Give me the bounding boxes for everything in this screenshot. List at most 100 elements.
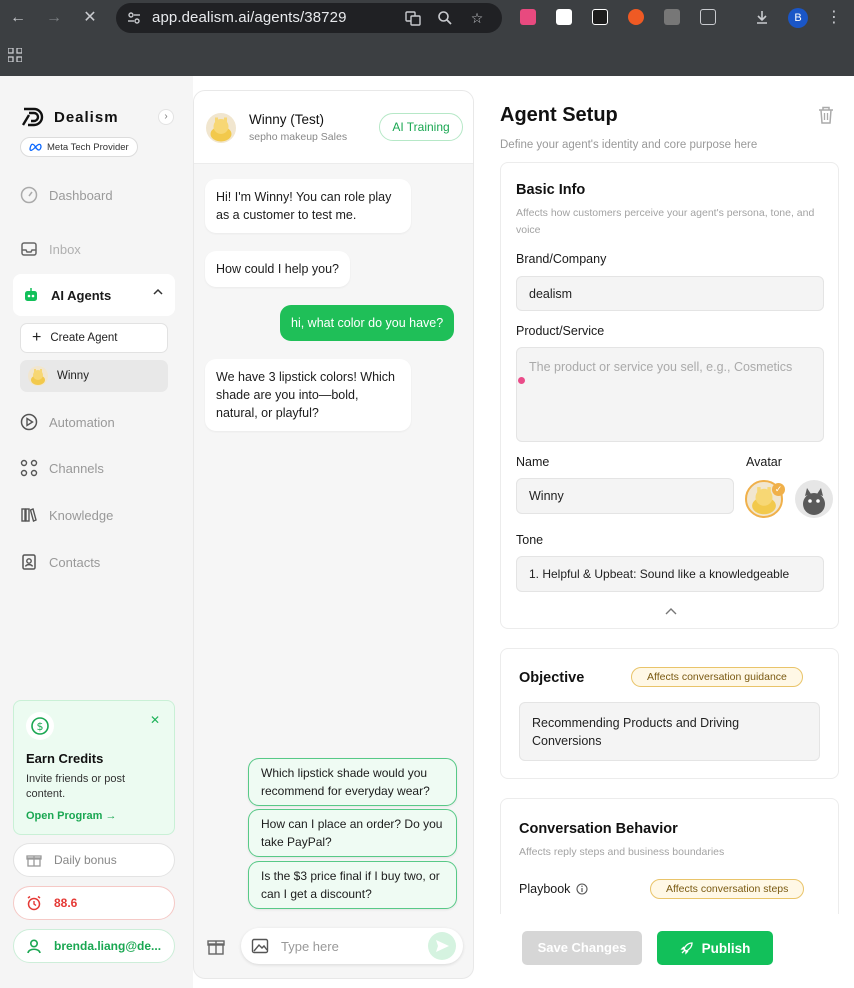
chat-message-bot: We have 3 lipstick colors! Which shade a… (205, 359, 411, 431)
cursor-dot (518, 377, 525, 384)
suggested-question[interactable]: How can I place an order? Do you take Pa… (248, 809, 457, 857)
forward-icon[interactable]: → (44, 8, 64, 28)
suggested-question[interactable]: Is the $3 price final if I buy two, or c… (248, 861, 457, 909)
profile-avatar[interactable]: B (788, 8, 808, 28)
extension-send-icon[interactable] (592, 9, 608, 25)
apps-grid-icon[interactable] (8, 48, 22, 62)
image-upload-icon[interactable] (251, 937, 269, 955)
earn-credits-description: Invite friends or post content. (26, 773, 126, 800)
gift-icon (26, 855, 42, 867)
sidebar-item-label: Automation (49, 414, 115, 430)
daily-bonus-button[interactable]: Daily bonus (13, 843, 175, 877)
credits-score-button[interactable]: 88.6 (13, 886, 175, 920)
agent-setup-panel: Agent Setup Define your agent's identity… (475, 76, 854, 988)
ai-training-button[interactable]: AI Training (379, 113, 463, 141)
test-chat-panel: Winny (Test) sepho makeup Sales AI Train… (193, 90, 474, 979)
chat-message-bot: Hi! I'm Winny! You can role play as a cu… (205, 179, 411, 233)
product-service-textarea[interactable]: The product or service you sell, e.g., C… (516, 347, 824, 442)
trash-icon[interactable] (817, 105, 835, 125)
agent-name-input[interactable]: Winny (516, 478, 734, 514)
sidebar-item-inbox[interactable]: Inbox (20, 239, 81, 259)
basic-info-card: Basic Info Affects how customers perceiv… (500, 162, 839, 629)
publish-button[interactable]: Publish (657, 931, 773, 965)
agent-name-label: Winny (57, 370, 89, 382)
sidebar-item-automation[interactable]: Automation (20, 412, 115, 432)
suggested-question[interactable]: Which lipstick shade would you recommend… (248, 758, 457, 806)
chat-input-bar (241, 928, 463, 964)
check-icon: ✓ (772, 483, 785, 496)
stop-loading-icon[interactable]: ✕ (80, 8, 100, 28)
sidebar-item-label: Channels (49, 460, 104, 476)
brand-logo[interactable]: Dealism (22, 107, 119, 127)
bookmarks-bar (0, 36, 854, 76)
send-button[interactable] (428, 932, 456, 960)
sidebar-item-channels[interactable]: Channels (20, 458, 104, 478)
daily-bonus-label: Daily bonus (54, 853, 117, 867)
close-icon[interactable]: ✕ (150, 713, 160, 727)
user-account-button[interactable]: brenda.liang@de... (13, 929, 175, 963)
zoom-icon[interactable] (436, 9, 454, 27)
bookmark-star-icon[interactable]: ☆ (468, 9, 486, 27)
playbook-label-group: Playbook (519, 882, 588, 896)
browser-menu-icon[interactable]: ⋮ (824, 8, 844, 28)
dashboard-gauge-icon (20, 186, 38, 204)
tone-field-label: Tone (516, 533, 544, 547)
translate-icon[interactable] (404, 9, 422, 27)
brand-name: Dealism (54, 108, 119, 126)
chat-message-bot: How could I help you? (205, 251, 350, 287)
product-field-label: Product/Service (516, 324, 605, 338)
contacts-card-icon (22, 554, 36, 570)
sidebar-agent-winny[interactable]: Winny (20, 360, 168, 392)
address-bar[interactable]: app.dealism.ai/agents/38729 ☆ (116, 3, 502, 33)
extensions-puzzle-icon[interactable] (700, 9, 716, 25)
back-icon[interactable]: ← (8, 8, 28, 28)
publish-label: Publish (701, 940, 751, 956)
basic-info-title: Basic Info (516, 182, 586, 198)
extension-v-icon[interactable] (556, 9, 572, 25)
chat-agent-subtitle: sepho makeup Sales (249, 131, 348, 143)
collapse-sidebar-button[interactable]: › (158, 109, 174, 125)
avatar-field-label: Avatar (746, 455, 782, 469)
meta-tech-provider-badge: Meta Tech Provider (20, 137, 138, 157)
user-email: brenda.liang@de... (54, 939, 162, 953)
save-changes-button[interactable]: Save Changes (522, 931, 642, 965)
extension-t-icon[interactable] (664, 9, 680, 25)
chat-message-input[interactable] (281, 936, 421, 956)
books-icon (21, 508, 37, 522)
avatar-option-cat[interactable] (795, 480, 833, 518)
basic-info-description: Affects how customers perceive your agen… (516, 207, 815, 236)
objective-affects-badge: Affects conversation guidance (631, 667, 803, 687)
chevron-up-icon[interactable] (665, 607, 677, 615)
chevron-up-icon[interactable] (153, 287, 163, 297)
brand-company-input[interactable]: dealism (516, 276, 824, 311)
sidebar-item-dashboard[interactable]: Dashboard (20, 185, 113, 205)
site-settings-icon[interactable] (126, 10, 142, 26)
sidebar-item-contacts[interactable]: Contacts (20, 552, 100, 572)
credits-score-value: 88.6 (54, 896, 78, 910)
earn-credits-title: Earn Credits (26, 751, 104, 766)
extension-plus-icon[interactable] (628, 9, 644, 25)
objective-field[interactable]: Recommending Products and Driving Conver… (519, 702, 820, 761)
name-field-label: Name (516, 455, 550, 469)
sidebar-item-label: Knowledge (49, 507, 114, 523)
sidebar-item-label: AI Agents (51, 287, 112, 303)
info-icon[interactable] (576, 883, 588, 895)
download-icon[interactable] (754, 9, 770, 25)
sidebar-item-knowledge[interactable]: Knowledge (20, 505, 113, 525)
url-text[interactable]: app.dealism.ai/agents/38729 (152, 9, 347, 26)
extension-translate-icon[interactable] (520, 9, 536, 25)
playbook-affects-badge: Affects conversation steps (650, 879, 805, 899)
conversation-behavior-title: Conversation Behavior (519, 821, 678, 837)
sidebar: Dealism › Meta Tech Provider Dashboard I… (0, 76, 193, 988)
chat-header: Winny (Test) sepho makeup Sales AI Train… (194, 91, 473, 164)
channels-nodes-icon (20, 459, 38, 477)
open-program-link[interactable]: Open Program → (26, 810, 116, 822)
sidebar-item-label: Contacts (49, 554, 101, 570)
create-agent-button[interactable]: + Create Agent (20, 323, 168, 353)
user-icon (27, 939, 41, 954)
tone-select[interactable]: 1. Helpful & Upbeat: Sound like a knowle… (516, 556, 824, 592)
sidebar-item-ai-agents[interactable]: AI Agents (13, 274, 175, 316)
browser-toolbar: ← → ✕ app.dealism.ai/agents/38729 ☆ B ⋮ (0, 0, 854, 36)
gift-icon[interactable] (206, 936, 226, 956)
objective-title: Objective (519, 670, 585, 686)
